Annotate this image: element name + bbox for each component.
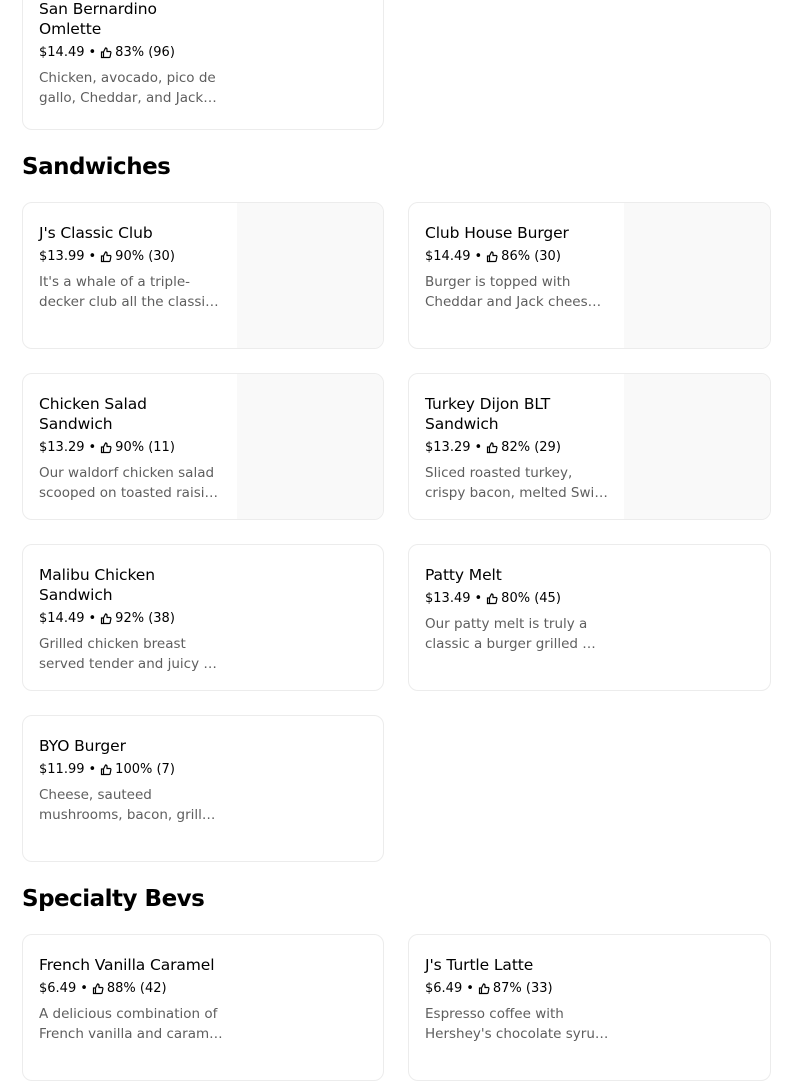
thumbs-up-icon — [487, 442, 498, 454]
separator-dot: • — [88, 762, 97, 777]
menu-item-card[interactable]: J's Turtle Latte $6.49 • 87% (33) Espres… — [408, 934, 771, 1081]
thumbs-up-icon — [101, 47, 112, 59]
separator-dot: • — [466, 981, 474, 996]
item-name: Turkey Dijon BLT Sandwich — [425, 395, 551, 433]
item-description: Espresso coffee with Hershey's chocolate… — [425, 1006, 608, 1042]
separator-dot: • — [88, 45, 97, 60]
item-price: $6.49 — [425, 981, 463, 996]
item-description: Burger is topped with Cheddar and Jack c… — [425, 274, 601, 310]
menu-item-card[interactable]: Malibu Chicken Sandwich $14.49 • 92% (38… — [22, 544, 384, 691]
item-price: $13.99 — [39, 249, 85, 264]
item-meta: $14.49 • 92% (38) — [39, 610, 223, 628]
item-meta: $14.49 • 86% (30) — [425, 248, 609, 266]
item-price: $14.49 — [425, 249, 471, 264]
thumbs-up-icon — [101, 251, 112, 263]
item-price: $13.29 — [425, 440, 471, 455]
thumbs-up-icon — [101, 764, 112, 776]
item-meta: $13.99 • 90% (30) — [39, 248, 223, 266]
thumbs-up-icon — [487, 593, 498, 605]
menu-item-card[interactable]: Patty Melt $13.49 • 80% (45) Our patty m… — [408, 544, 771, 691]
item-rating: 86% (30) — [501, 249, 561, 264]
separator-dot: • — [474, 591, 483, 606]
menu-item-card[interactable]: BYO Burger $11.99 • 100% (7) Cheese, sau… — [22, 715, 384, 862]
thumbs-up-icon — [92, 983, 104, 995]
item-meta: $13.49 • 80% (45) — [425, 590, 609, 608]
separator-dot: • — [88, 611, 97, 626]
item-description: Our waldorf chicken salad scooped on toa… — [39, 465, 215, 501]
item-image-placeholder — [624, 203, 770, 348]
item-price: $11.99 — [39, 762, 85, 777]
menu-item-card[interactable]: Chicken Salad Sandwich $13.29 • 90% (11)… — [22, 373, 384, 520]
item-name: BYO Burger — [39, 737, 126, 755]
item-meta: $6.49 • 88% (42) — [39, 980, 223, 998]
item-rating: 92% (38) — [115, 611, 175, 626]
item-meta: $6.49 • 87% (33) — [425, 980, 609, 998]
item-price: $13.29 — [39, 440, 85, 455]
thumbs-up-icon — [487, 251, 498, 263]
item-price: $13.49 — [425, 591, 471, 606]
item-rating: 88% (42) — [106, 981, 167, 996]
separator-dot: • — [88, 249, 97, 264]
item-description: Our patty melt is truly a classic a burg… — [425, 616, 596, 652]
item-rating: 83% (96) — [115, 45, 175, 60]
section-title-sandwiches: Sandwiches — [22, 154, 171, 180]
separator-dot: • — [88, 440, 97, 455]
thumbs-up-icon — [101, 613, 112, 625]
item-name: Malibu Chicken Sandwich — [39, 566, 155, 604]
item-meta: $13.29 • 90% (11) — [39, 439, 223, 457]
item-image-placeholder — [237, 374, 383, 519]
separator-dot: • — [474, 440, 483, 455]
item-rating: 80% (45) — [501, 591, 561, 606]
separator-dot: • — [474, 249, 483, 264]
item-rating: 82% (29) — [501, 440, 561, 455]
item-rating: 90% (30) — [115, 249, 175, 264]
item-description: Grilled chicken breast served tender and… — [39, 636, 221, 672]
item-name: J's Turtle Latte — [425, 956, 534, 974]
item-name: Club House Burger — [425, 224, 569, 242]
item-meta: $11.99 • 100% (7) — [39, 761, 223, 779]
item-rating: 90% (11) — [115, 440, 175, 455]
item-name: San Bernardino Omlette — [39, 0, 157, 38]
item-image-placeholder — [237, 203, 383, 348]
item-description: A delicious combination of French vanill… — [39, 1006, 222, 1042]
item-rating: 87% (33) — [492, 981, 553, 996]
menu-item-card[interactable]: Turkey Dijon BLT Sandwich $13.29 • 82% (… — [408, 373, 771, 520]
menu-item-card[interactable]: J's Classic Club $13.99 • 90% (30) It's … — [22, 202, 384, 349]
separator-dot: • — [80, 981, 88, 996]
item-meta: $14.49 • 83% (96) — [39, 44, 223, 62]
item-image-placeholder — [624, 374, 770, 519]
item-description: Chicken, avocado, pico de gallo, Cheddar… — [39, 70, 216, 106]
item-price: $14.49 — [39, 611, 85, 626]
item-description: It's a whale of a triple-decker club all… — [39, 274, 213, 310]
item-name: Chicken Salad Sandwich — [39, 395, 147, 433]
item-description: Cheese, sauteed mushrooms, bacon, grille… — [39, 787, 219, 823]
thumbs-up-icon — [478, 983, 490, 995]
item-name: French Vanilla Caramel — [39, 956, 215, 974]
menu-item-card[interactable]: San Bernardino Omlette $14.49 • 83% (96)… — [22, 0, 384, 130]
menu-item-card[interactable]: French Vanilla Caramel $6.49 • 88% (42) … — [22, 934, 384, 1081]
item-description: Sliced roasted turkey, crispy bacon, mel… — [425, 465, 609, 501]
item-meta: $13.29 • 82% (29) — [425, 439, 609, 457]
item-name: Patty Melt — [425, 566, 502, 584]
thumbs-up-icon — [101, 442, 112, 454]
item-name: J's Classic Club — [39, 224, 153, 242]
item-price: $14.49 — [39, 45, 85, 60]
item-rating: 100% (7) — [115, 762, 175, 777]
menu-item-card[interactable]: Club House Burger $14.49 • 86% (30) Burg… — [408, 202, 771, 349]
section-title-specialty-bevs: Specialty Bevs — [22, 886, 205, 912]
item-price: $6.49 — [39, 981, 77, 996]
